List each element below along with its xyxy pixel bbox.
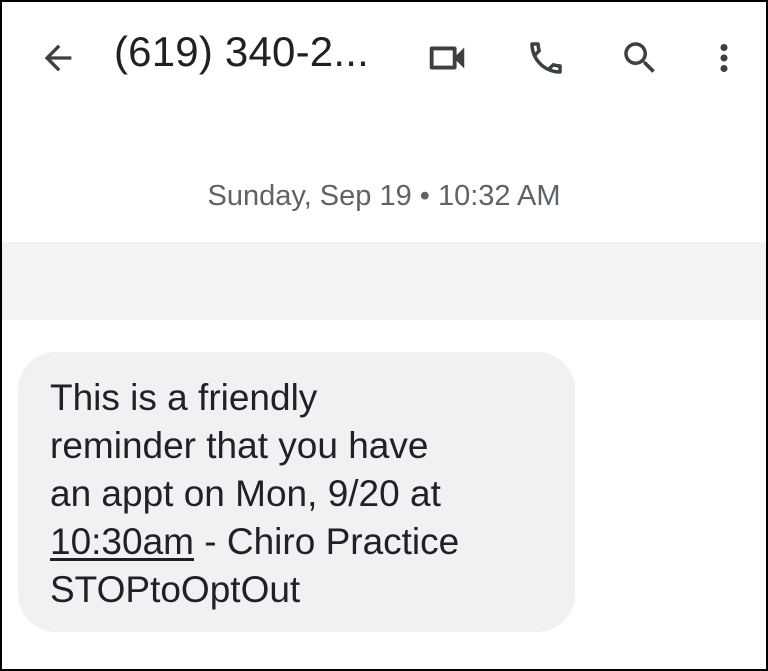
more-options-button[interactable] <box>700 34 748 82</box>
message-line: STOPtoOptOut <box>50 569 301 610</box>
search-button[interactable] <box>616 34 664 82</box>
message-line-rest: - Chiro Practice <box>194 521 460 562</box>
message-line: 10:30am - Chiro Practice <box>50 518 555 566</box>
back-button[interactable] <box>34 34 82 82</box>
incoming-message-bubble[interactable]: This is a friendly reminder that you hav… <box>18 352 575 632</box>
more-vert-icon <box>720 44 728 72</box>
search-icon <box>624 42 655 73</box>
conversation-title: (619) 340-2... <box>114 28 369 75</box>
divider-band <box>2 242 766 320</box>
video-call-icon <box>429 46 465 70</box>
top-app-bar: (619) 340-2... <box>2 2 766 112</box>
message-line: This is a friendly <box>50 377 318 418</box>
phone-call-button[interactable] <box>522 34 570 82</box>
message-text: This is a friendly reminder that you hav… <box>50 374 555 614</box>
phone-icon <box>530 42 562 74</box>
video-call-button[interactable] <box>423 34 471 82</box>
time-link[interactable]: 10:30am <box>50 521 194 562</box>
message-timestamp: Sunday, Sep 19 • 10:32 AM <box>207 180 561 212</box>
message-line: reminder that you have <box>50 425 429 466</box>
screen-frame: (619) 340-2... Sunday, Sep 19 • 10:32 AM <box>0 0 768 671</box>
arrow-back-icon <box>44 44 72 72</box>
message-line: an appt on Mon, 9/20 at <box>50 473 441 514</box>
